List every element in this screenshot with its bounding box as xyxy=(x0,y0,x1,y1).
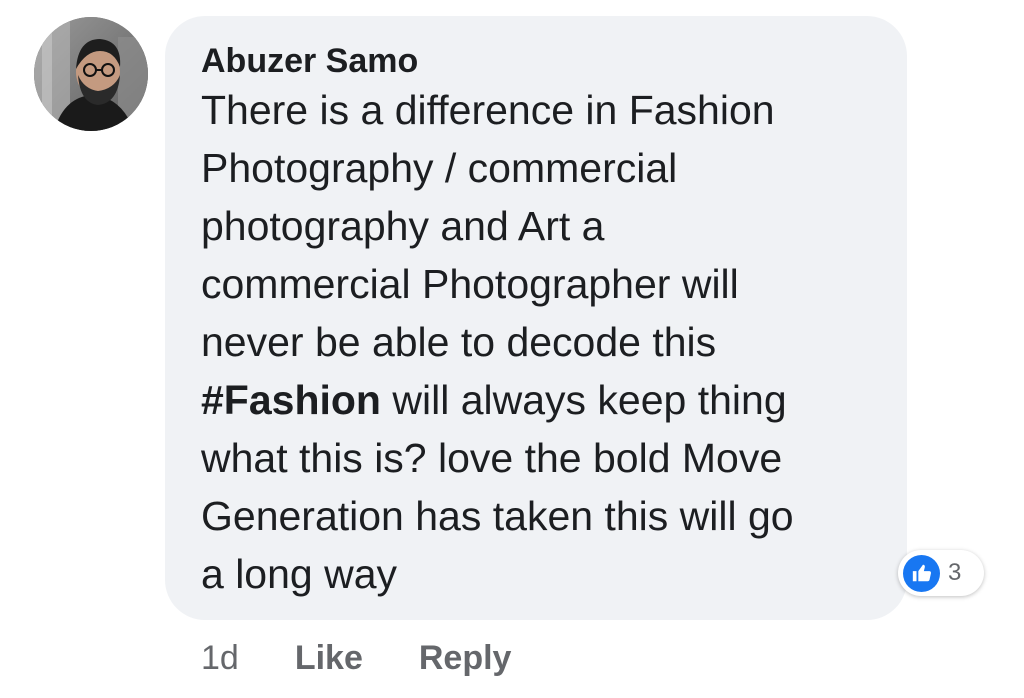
comment-text-line: photography and Art a xyxy=(201,203,605,249)
reply-button[interactable]: Reply xyxy=(419,638,512,678)
comment-text-line-hashtag: #Fashion will always keep thing xyxy=(201,371,871,429)
hashtag-link[interactable]: #Fashion xyxy=(201,377,381,423)
avatar[interactable] xyxy=(34,17,148,131)
reaction-count: 3 xyxy=(948,559,962,586)
comment-text-line: never be able to decode this xyxy=(201,319,717,365)
comment-text-line: a long way xyxy=(201,551,398,597)
comment-text-fragment: will always keep thing xyxy=(380,377,787,423)
comment-bubble[interactable]: Abuzer Samo There is a difference in Fas… xyxy=(165,16,907,620)
comment-author[interactable]: Abuzer Samo xyxy=(201,42,871,80)
comment-timestamp[interactable]: 1d xyxy=(201,638,239,678)
comment-text-line: Generation has taken this will go xyxy=(201,493,794,539)
comment-actions: 1d Like Reply xyxy=(201,638,511,678)
comment-text: There is a difference in Fashion Photogr… xyxy=(201,81,871,603)
comment: Abuzer Samo There is a difference in Fas… xyxy=(0,0,1024,698)
comment-text-line: what this is? love the bold Move xyxy=(201,435,783,481)
comment-text-line: There is a difference in Fashion xyxy=(201,87,775,133)
thumbs-up-icon xyxy=(903,554,940,592)
avatar-photo xyxy=(34,17,148,131)
reaction-summary[interactable]: 3 xyxy=(898,550,984,596)
comment-text-line: Photography / commercial xyxy=(201,145,678,191)
like-button[interactable]: Like xyxy=(295,638,363,678)
comment-text-line: commercial Photographer will xyxy=(201,261,739,307)
